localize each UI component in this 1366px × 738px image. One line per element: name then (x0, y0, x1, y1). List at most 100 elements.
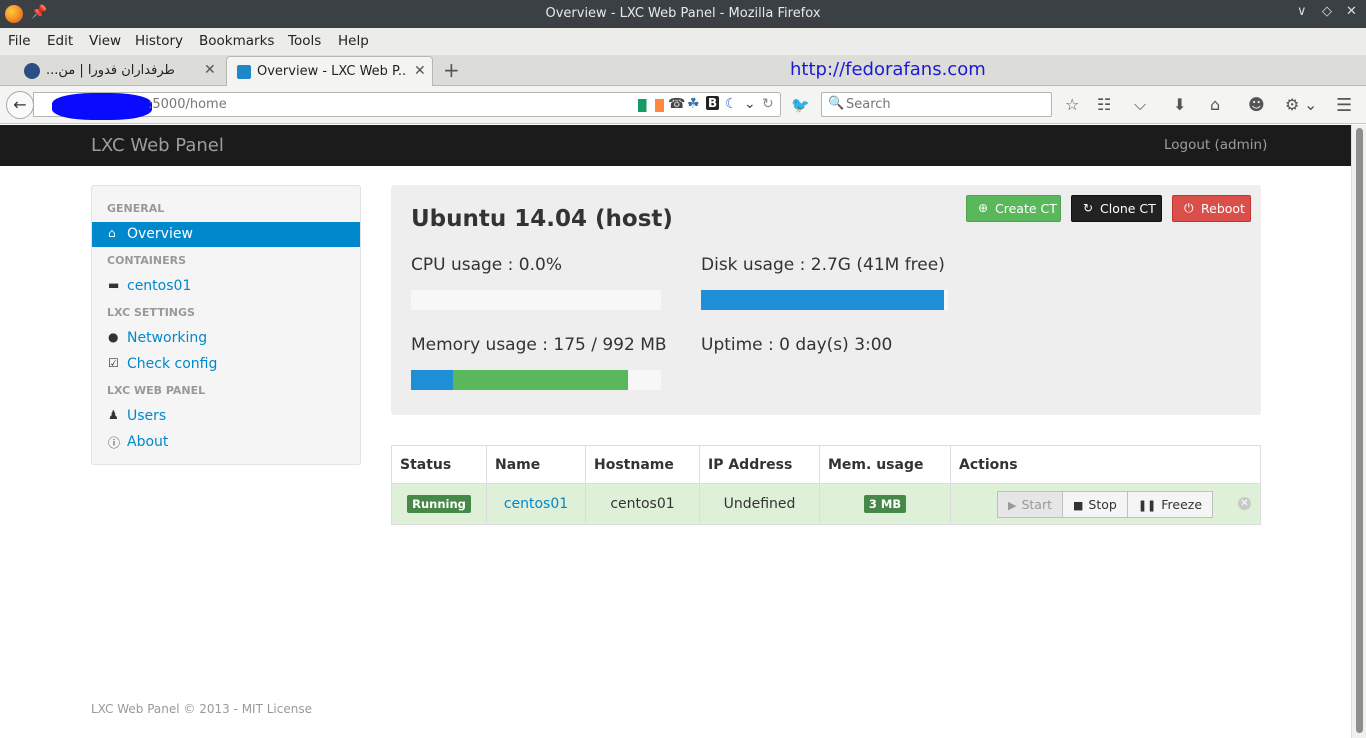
stop-icon: ■ (1073, 499, 1084, 512)
column-header-status[interactable]: Status (391, 445, 487, 484)
sidebar-item-users[interactable]: ♟ Users (92, 404, 360, 429)
window-title: Overview - LXC Web Panel - Mozilla Firef… (545, 6, 821, 21)
sidebar-header-lxc-settings: LXC SETTINGS (107, 306, 195, 319)
b-addon-icon[interactable]: B (706, 96, 720, 110)
mem-cell: 3 MB (819, 483, 951, 525)
memory-usage-label: Memory usage : 175 / 992 MB (411, 335, 667, 355)
url-text[interactable]: :5000/home (148, 97, 227, 112)
sidebar-item-label: centos01 (127, 278, 192, 294)
menu-bar: File Edit View History Bookmarks Tools H… (0, 28, 1366, 55)
close-tab-icon[interactable]: ✕ (414, 63, 426, 79)
cpu-usage-label: CPU usage : 0.0% (411, 255, 562, 275)
play-icon: ▶ (1008, 499, 1017, 512)
column-header-hostname[interactable]: Hostname (585, 445, 700, 484)
home-toolbar-icon[interactable]: ⌂ (1210, 95, 1220, 114)
host-title: Ubuntu 14.04 (host) (411, 206, 673, 232)
refresh-icon: ↻ (1083, 201, 1094, 215)
app-navbar: LXC Web Panel Logout (admin) (0, 125, 1351, 166)
cpu-usage-bar (411, 290, 661, 310)
create-ct-button[interactable]: ⊕ Create CT (966, 195, 1061, 222)
disk-usage-label: Disk usage : 2.7G (41M free) (701, 255, 945, 275)
back-button[interactable]: ← (6, 91, 34, 119)
menu-edit[interactable]: Edit (47, 33, 73, 49)
close-tab-icon[interactable]: ✕ (204, 62, 216, 78)
search-input[interactable] (846, 95, 1046, 114)
tab-overview[interactable]: Overview - LXC Web P... ✕ (226, 56, 433, 86)
search-box[interactable]: 🔍 (821, 92, 1052, 117)
addon-bird-icon[interactable]: 🐦 (791, 96, 810, 114)
chat-icon[interactable]: ☻ (1248, 95, 1265, 114)
button-label: Freeze (1161, 497, 1203, 512)
scrollbar-thumb[interactable] (1356, 128, 1363, 733)
pocket-icon[interactable]: ⌵ (1134, 95, 1146, 115)
sidebar-item-networking[interactable]: ● Networking (92, 326, 360, 351)
menu-history[interactable]: History (135, 33, 183, 49)
clone-ct-button[interactable]: ↻ Clone CT (1071, 195, 1162, 222)
column-header-mem[interactable]: Mem. usage (819, 445, 951, 484)
remove-container-icon[interactable]: ✕ (1238, 497, 1251, 510)
page-scrollbar[interactable] (1351, 125, 1366, 738)
menu-file[interactable]: File (8, 33, 31, 49)
reading-list-icon[interactable]: ☷ (1097, 95, 1111, 114)
sidebar-item-overview[interactable]: ⌂ Overview (92, 222, 360, 247)
hamburger-menu-icon[interactable]: ☰ (1336, 95, 1352, 116)
reboot-button[interactable]: ⏻ Reboot (1172, 195, 1251, 222)
column-header-name[interactable]: Name (486, 445, 586, 484)
menu-bookmarks[interactable]: Bookmarks (199, 33, 274, 49)
logout-link[interactable]: Logout (admin) (1164, 137, 1267, 153)
button-label: Clone CT (1100, 201, 1156, 216)
memory-cached-segment (453, 370, 628, 390)
ireland-flag-icon[interactable] (638, 99, 664, 112)
minimize-chevron-icon[interactable]: ∨ (1297, 4, 1307, 19)
button-label: Stop (1088, 497, 1117, 512)
menu-view[interactable]: View (89, 33, 121, 49)
sidebar-header-general: GENERAL (107, 202, 165, 215)
redaction-scribble (52, 93, 152, 120)
download-icon[interactable]: ⬇ (1173, 95, 1186, 114)
table-header-row: Status Name Hostname IP Address Mem. usa… (391, 445, 1261, 484)
extension-icon[interactable]: ⚙ (1285, 95, 1299, 114)
chevron-down-icon[interactable]: ⌄ (744, 96, 756, 112)
sidebar-item-centos01[interactable]: ▬ centos01 (92, 274, 360, 299)
sidebar-item-about[interactable]: ⓘ About (92, 430, 360, 455)
mem-usage-badge: 3 MB (863, 495, 907, 513)
hdd-icon: ▬ (108, 278, 120, 292)
navigation-toolbar: :5000/home ☎ ☘ B ☾ ⌄ ↻ ← 🐦 🔍 (0, 86, 1366, 124)
python-addon-icon[interactable]: ☘ (687, 96, 700, 112)
reload-icon[interactable]: ↻ (762, 96, 774, 112)
new-tab-plus-icon[interactable]: + (443, 58, 460, 82)
table-row: Running centos01 centos01 Undefined 3 MB… (391, 483, 1261, 525)
bookmark-star-icon[interactable]: ☆ (1065, 95, 1079, 114)
freeze-button[interactable]: ❚❚ Freeze (1127, 491, 1214, 518)
button-label: Create CT (995, 201, 1057, 216)
tab-fedorafans[interactable]: طرفداران فدورا | من... ✕ (0, 56, 225, 86)
close-window-icon[interactable]: ✕ (1346, 4, 1357, 19)
container-name-link[interactable]: centos01 (504, 496, 568, 512)
sidebar-item-label: About (127, 434, 169, 450)
sidebar-item-label: Overview (127, 226, 193, 242)
app-brand[interactable]: LXC Web Panel (91, 135, 224, 156)
stop-button[interactable]: ■ Stop (1063, 491, 1128, 518)
menu-tools[interactable]: Tools (288, 33, 321, 49)
sidebar-item-check-config[interactable]: ☑ Check config (92, 352, 360, 377)
fedorafans-favicon-icon (24, 63, 40, 79)
chevron-down-icon[interactable]: ⌄ (1304, 95, 1317, 114)
sidebar-item-label: Check config (127, 356, 218, 372)
menu-help[interactable]: Help (338, 33, 369, 49)
globe-icon: ● (108, 330, 119, 344)
url-bar[interactable]: :5000/home ☎ ☘ B ☾ ⌄ ↻ (33, 92, 781, 120)
page-footer: LXC Web Panel © 2013 - MIT License (91, 702, 312, 716)
column-header-actions: Actions (950, 445, 1261, 484)
button-label: Start (1021, 497, 1053, 512)
moon-addon-icon[interactable]: ☾ (725, 96, 738, 112)
power-icon: ⏻ (1184, 201, 1194, 215)
start-button[interactable]: ▶ Start (997, 491, 1064, 518)
maximize-diamond-icon[interactable]: ◇ (1322, 4, 1332, 19)
hostname-cell: centos01 (585, 483, 700, 525)
sidebar-header-containers: CONTAINERS (107, 254, 186, 267)
phone-addon-icon[interactable]: ☎ (668, 96, 685, 112)
column-header-ip[interactable]: IP Address (699, 445, 820, 484)
name-cell: centos01 (486, 483, 586, 525)
tab-bar: طرفداران فدورا | من... ✕ Overview - LXC … (0, 55, 1366, 86)
user-icon: ♟ (108, 408, 119, 422)
